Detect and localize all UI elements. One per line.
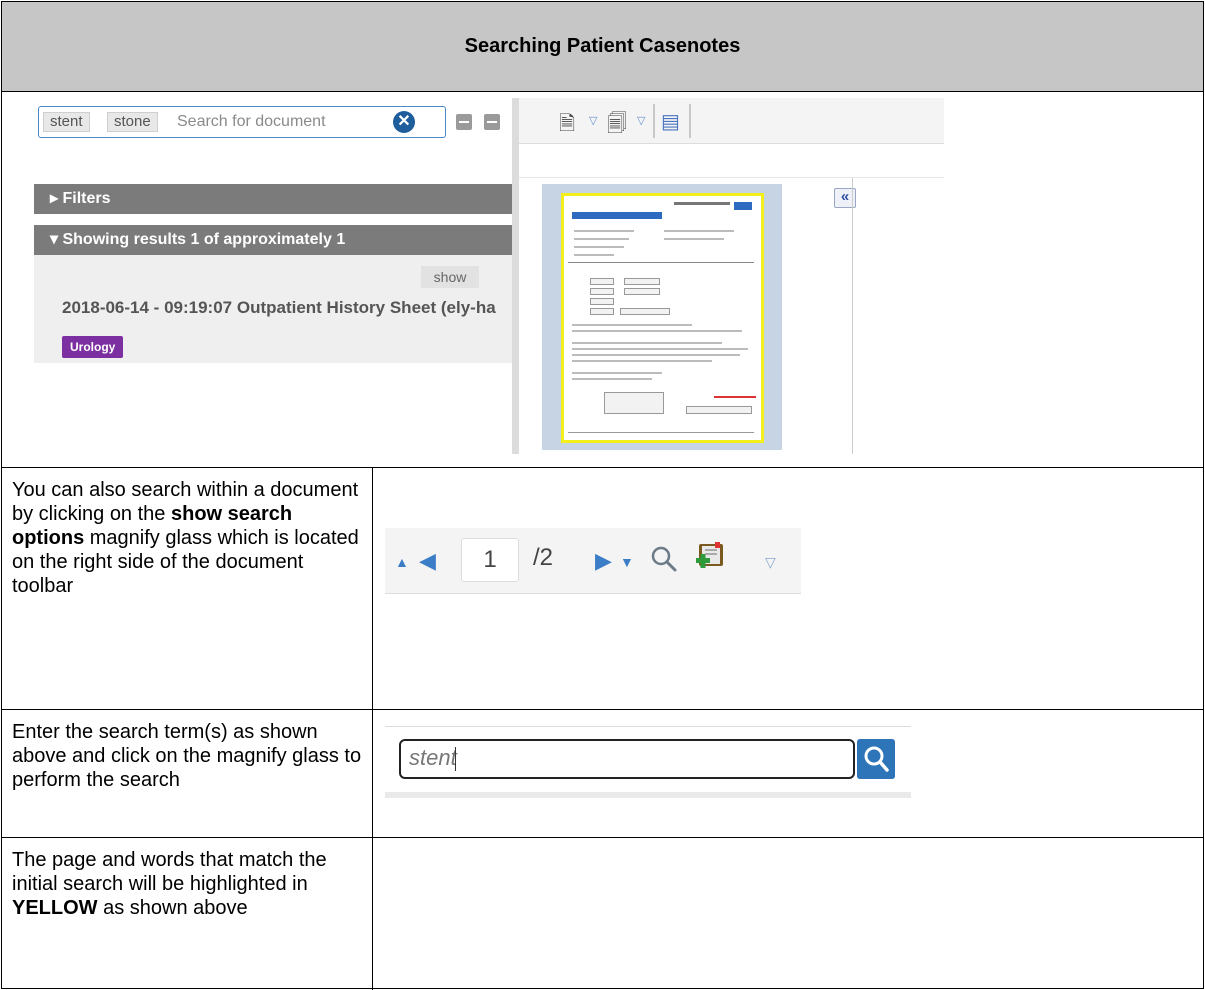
- page-text-line: [574, 230, 634, 232]
- panel-divider: [852, 178, 853, 454]
- step-description: The page and words that match the initia…: [2, 838, 373, 990]
- add-document-icon[interactable]: [693, 540, 727, 578]
- first-page-icon[interactable]: ▲: [395, 554, 409, 570]
- page-field-box: [590, 308, 614, 315]
- toolbar-divider: [689, 104, 691, 138]
- previous-page-icon[interactable]: ◀: [419, 548, 436, 574]
- dropdown-arrow-icon[interactable]: ▽: [765, 554, 776, 571]
- document-toolbar: ▲ ◀ 1 /2 ▶ ▼ ▽: [385, 528, 801, 594]
- search-value: stent: [409, 745, 457, 770]
- page-field-box: [686, 406, 752, 414]
- page-text-line: [572, 372, 662, 374]
- page-field-box: [624, 278, 660, 285]
- results-header[interactable]: ▾ Showing results 1 of approximately 1: [34, 225, 512, 255]
- page-text-line: [572, 330, 742, 332]
- splitter[interactable]: [512, 98, 519, 454]
- page-text-line: [572, 354, 740, 356]
- page-field-box: [620, 308, 670, 315]
- search-placeholder[interactable]: Search for document: [177, 113, 326, 131]
- page-footer-rule: [568, 432, 754, 433]
- specialty-badge: Urology: [62, 336, 124, 358]
- page-number-input[interactable]: 1: [461, 538, 519, 582]
- collapse-icon[interactable]: [456, 114, 472, 130]
- caret-right-icon: ▸: [50, 190, 63, 207]
- dropdown-arrow-icon[interactable]: ▽: [589, 114, 597, 127]
- result-document-title[interactable]: 2018-06-14 - 09:19:07 Outpatient History…: [62, 298, 496, 318]
- page-heading-bar: [572, 212, 662, 219]
- next-page-icon[interactable]: ▶: [595, 548, 612, 574]
- text-caret: [454, 747, 456, 772]
- page-text-line: [572, 342, 722, 344]
- filters-label: Filters: [62, 190, 111, 207]
- viewer-subbar: [519, 144, 944, 178]
- document-settings-icon[interactable]: 🗐: [607, 109, 627, 143]
- page-count: /2: [533, 544, 554, 571]
- header-row: Searching Patient Casenotes: [2, 2, 1203, 92]
- clear-search-icon[interactable]: ✕: [393, 111, 415, 133]
- page-title: Searching Patient Casenotes: [464, 35, 741, 57]
- results-label: Showing results 1 of approximately 1: [62, 231, 346, 248]
- search-tag-stent[interactable]: stent: [43, 112, 90, 132]
- step-emphasis: YELLOW: [12, 897, 98, 919]
- step-description: You can also search within a document by…: [2, 468, 373, 709]
- step-description: Enter the search term(s) as shown above …: [2, 710, 373, 837]
- step-enter-terms-row: Enter the search term(s) as shown above …: [2, 710, 1203, 838]
- page-text-line: [574, 238, 629, 240]
- search-tag-stone[interactable]: stone: [107, 112, 158, 132]
- page-text-line: [664, 230, 734, 232]
- minimize-icon[interactable]: [484, 114, 500, 130]
- page-text-line: [572, 324, 692, 326]
- step-text: Enter the search term(s) as shown above …: [12, 721, 362, 791]
- last-page-icon[interactable]: ▼: [620, 554, 634, 570]
- page-text-line: [664, 238, 724, 240]
- page-field-box: [624, 288, 660, 295]
- page-rule: [568, 262, 754, 263]
- page-field-box: [590, 298, 614, 305]
- filters-header[interactable]: ▸ Filters: [34, 184, 512, 214]
- signature-box: [604, 392, 664, 414]
- toolbar-divider: [653, 104, 655, 138]
- list-icon[interactable]: ▤: [661, 109, 680, 134]
- document-search-box[interactable]: stent stone Search for document ✕: [38, 106, 446, 138]
- highlighted-page-thumbnail[interactable]: [561, 193, 764, 443]
- step-text: The page and words that match the initia…: [12, 849, 327, 895]
- instructions-table: Searching Patient Casenotes stent stone …: [1, 1, 1204, 990]
- step-search-within-row: You can also search within a document by…: [2, 468, 1203, 710]
- step-highlight-row: The page and words that match the initia…: [2, 838, 1203, 990]
- show-button[interactable]: show: [421, 266, 479, 288]
- document-viewer: 🗎 ▽ 🗐 ▽ ▤ «: [512, 98, 944, 454]
- page-text-line: [574, 246, 624, 248]
- page-text-line: [572, 378, 652, 380]
- dropdown-arrow-icon[interactable]: ▽: [637, 114, 645, 127]
- caret-down-icon: ▾: [50, 231, 63, 248]
- page-field-box: [590, 288, 614, 295]
- page-text-line: [572, 348, 748, 350]
- screenshot-row: stent stone Search for document ✕ ▸ Filt…: [2, 92, 1203, 468]
- page-field-box: [590, 278, 614, 285]
- in-document-search-input[interactable]: stent: [399, 739, 855, 779]
- in-document-search-bar: stent: [385, 726, 911, 798]
- nhs-logo-icon: [734, 202, 752, 210]
- search-icon[interactable]: [647, 542, 681, 576]
- page-text-line: [572, 360, 712, 362]
- page-highlight-text: [714, 396, 756, 398]
- results-list: show 2018-06-14 - 09:19:07 Outpatient Hi…: [34, 255, 512, 363]
- casenotes-screenshot: stent stone Search for document ✕ ▸ Filt…: [32, 98, 944, 454]
- document-icon[interactable]: 🗎: [559, 109, 575, 143]
- page-text-line: [574, 254, 614, 256]
- page-text-line: [674, 202, 730, 205]
- viewer-toolbar: 🗎 ▽ 🗐 ▽ ▤: [519, 98, 944, 144]
- search-icon[interactable]: [857, 739, 895, 779]
- step-text: as shown above: [97, 897, 248, 919]
